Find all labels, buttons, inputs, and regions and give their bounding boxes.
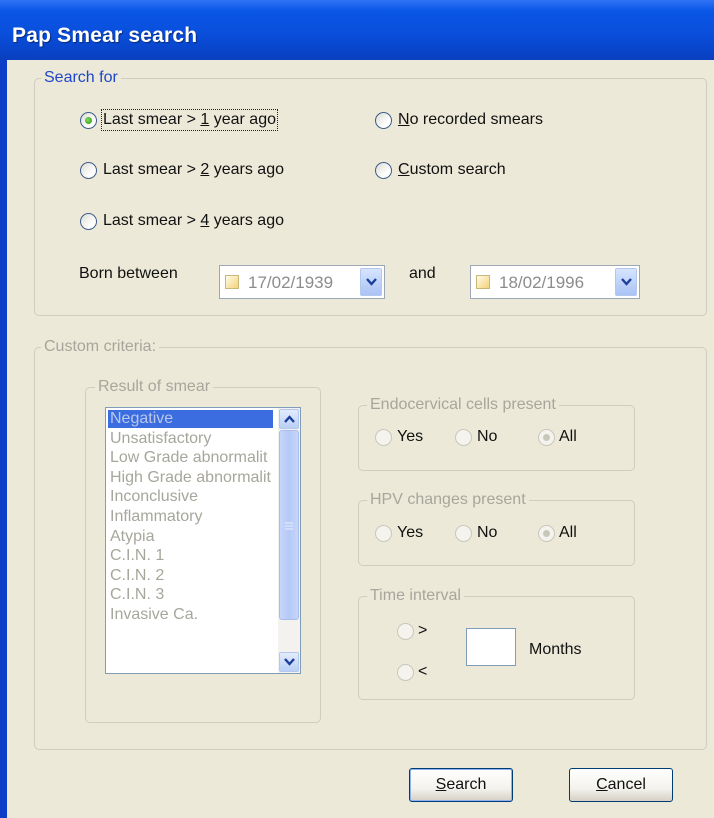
hpv-no-label[interactable]: No <box>477 524 497 542</box>
date-to-picker[interactable]: 18/02/1996 <box>470 265 640 299</box>
radio-label-1-year[interactable]: Last smear > 1 year ago <box>101 109 278 131</box>
title-bar[interactable]: Pap Smear search <box>0 0 714 60</box>
dialog-client-area: Search for Last smear > 1 year ago Last … <box>7 60 714 818</box>
custom-criteria-legend: Custom criteria: <box>41 338 160 356</box>
radio-button-checked[interactable] <box>80 112 97 129</box>
list-item[interactable]: Invasive Ca. <box>110 606 198 624</box>
radio-button[interactable] <box>375 162 392 179</box>
search-for-legend: Search for <box>41 69 121 87</box>
hpv-all-label[interactable]: All <box>559 524 577 542</box>
and-label: and <box>409 265 436 282</box>
list-item[interactable]: C.I.N. 3 <box>110 586 164 604</box>
dialog-window: Pap Smear search Search for Last smear >… <box>0 0 714 818</box>
time-interval-legend: Time interval <box>367 587 464 605</box>
radio-label-no-recorded[interactable]: No recorded smears <box>398 111 543 129</box>
less-than-label[interactable]: < <box>418 663 427 681</box>
greater-than-radio[interactable] <box>397 623 414 640</box>
list-item[interactable]: C.I.N. 2 <box>110 567 164 585</box>
hpv-yes-radio[interactable] <box>375 525 392 542</box>
list-item[interactable]: Unsatisfactory <box>110 430 211 448</box>
scroll-thumb[interactable] <box>279 430 299 620</box>
greater-than-label[interactable]: > <box>418 622 427 640</box>
list-item[interactable]: Atypia <box>110 528 154 546</box>
scroll-up-button[interactable] <box>279 409 299 429</box>
endocervical-no-radio[interactable] <box>455 429 472 446</box>
date-from-picker[interactable]: 17/02/1939 <box>219 265 385 299</box>
list-item[interactable]: High Grade abnormalit <box>110 469 271 487</box>
list-item[interactable]: Inflammatory <box>110 508 202 526</box>
chevron-down-icon <box>621 278 632 286</box>
hpv-yes-label[interactable]: Yes <box>397 524 423 542</box>
radio-label-4-years[interactable]: Last smear > 4 years ago <box>103 212 284 230</box>
endocervical-no-label[interactable]: No <box>477 428 497 446</box>
list-item[interactable]: Low Grade abnormalit <box>110 449 267 467</box>
endocervical-all-radio[interactable] <box>538 429 555 446</box>
hpv-all-radio[interactable] <box>538 525 555 542</box>
date-to-dropdown-button[interactable] <box>615 268 637 296</box>
endocervical-yes-radio[interactable] <box>375 429 392 446</box>
search-button[interactable]: Search <box>409 768 513 802</box>
listbox-scrollbar[interactable] <box>278 408 300 673</box>
endocervical-legend: Endocervical cells present <box>367 396 559 414</box>
date-from-value: 17/02/1939 <box>248 273 334 292</box>
hpv-legend: HPV changes present <box>367 491 529 509</box>
radio-button[interactable] <box>375 112 392 129</box>
born-between-label: Born between <box>79 265 178 282</box>
list-item[interactable]: Inconclusive <box>110 488 198 506</box>
endocervical-yes-label[interactable]: Yes <box>397 428 423 446</box>
date-from-dropdown-button[interactable] <box>360 268 382 296</box>
date-to-value: 18/02/1996 <box>499 273 585 292</box>
date-to-checkbox[interactable] <box>476 275 490 289</box>
cancel-button[interactable]: Cancel <box>569 768 673 802</box>
radio-button[interactable] <box>80 213 97 230</box>
date-from-checkbox[interactable] <box>225 275 239 289</box>
chevron-down-icon <box>366 278 377 286</box>
radio-label-2-years[interactable]: Last smear > 2 years ago <box>103 161 284 179</box>
radio-label-custom-search[interactable]: Custom search <box>398 161 506 179</box>
less-than-radio[interactable] <box>397 664 414 681</box>
chevron-down-icon <box>284 658 295 666</box>
list-item[interactable]: Negative <box>108 410 273 428</box>
months-input[interactable] <box>466 628 516 666</box>
endocervical-all-label[interactable]: All <box>559 428 577 446</box>
result-of-smear-listbox[interactable]: Negative Unsatisfactory Low Grade abnorm… <box>105 407 301 674</box>
radio-button[interactable] <box>80 162 97 179</box>
grip-icon <box>285 522 293 530</box>
scroll-down-button[interactable] <box>279 652 299 672</box>
window-title: Pap Smear search <box>12 24 198 47</box>
chevron-up-icon <box>284 415 295 423</box>
result-of-smear-legend: Result of smear <box>95 378 214 396</box>
list-item[interactable]: C.I.N. 1 <box>110 547 164 565</box>
months-label: Months <box>529 641 582 658</box>
hpv-no-radio[interactable] <box>455 525 472 542</box>
